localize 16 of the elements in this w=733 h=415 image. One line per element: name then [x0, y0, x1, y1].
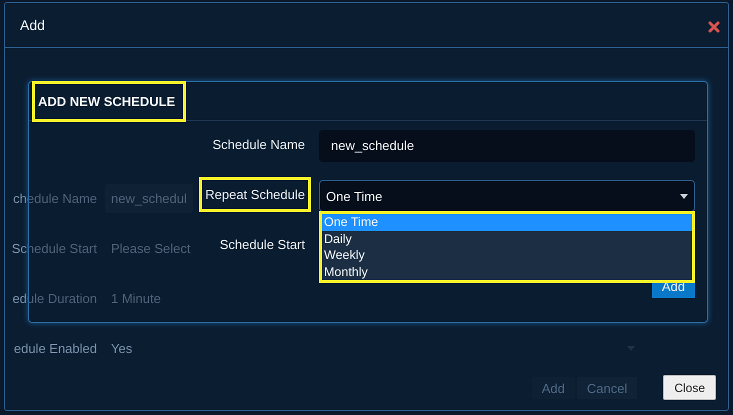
caret-icon: [680, 194, 688, 198]
panel-title: ADD NEW SCHEDULE: [32, 80, 186, 122]
select-value[interactable]: Yes: [111, 340, 132, 356]
form-label: Schedule Name: [212, 136, 306, 154]
dropdown-option[interactable]: Weekly: [322, 247, 692, 264]
form-label: edule Enabled: [12, 340, 97, 356]
form-label: Schedule Start: [218, 236, 306, 254]
input-field[interactable]: new_schedule: [319, 130, 695, 162]
close-button[interactable]: Close: [663, 375, 716, 400]
form-value: Please Select: [111, 240, 190, 256]
close-icon[interactable]: [708, 21, 720, 33]
dialog-title: Add: [20, 17, 45, 33]
form-value: 1 Minute: [111, 290, 161, 306]
select-field[interactable]: One Time: [319, 180, 695, 212]
form-label: Repeat Schedule: [199, 177, 311, 212]
dropdown-option[interactable]: Daily: [322, 230, 692, 247]
